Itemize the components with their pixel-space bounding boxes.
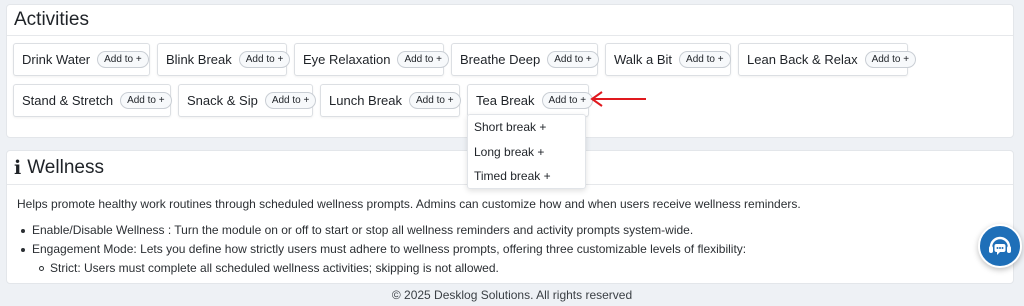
activity-chip-blink-break: Blink Break Add to + (157, 43, 291, 76)
bullet-icon (21, 229, 25, 233)
wellness-bullet: Engagement Mode: Lets you define how str… (32, 242, 747, 256)
activity-chip-stand-stretch: Stand & Stretch Add to + (13, 84, 172, 117)
add-to-button[interactable]: Add to + (541, 92, 594, 109)
add-to-button[interactable]: Add to + (547, 51, 599, 68)
wellness-intro: Helps promote healthy work routines thro… (17, 197, 801, 211)
footer-copyright: © 2025 Desklog Solutions. All rights res… (391, 288, 633, 302)
add-to-button[interactable]: Add to + (97, 51, 149, 68)
headset-chat-icon (989, 236, 1011, 255)
activity-chip-snack-sip: Snack & Sip Add to + (178, 84, 317, 117)
add-to-button[interactable]: Add to + (409, 92, 461, 109)
activity-label: Tea Break (476, 93, 535, 108)
wellness-sub-bullet: Strict: Users must complete all schedule… (50, 261, 499, 275)
add-to-button[interactable]: Add to + (397, 51, 449, 68)
activity-chip-breathe-deep: Breathe Deep Add to + (451, 43, 599, 76)
activity-row-1: Drink Water Add to + Blink Break Add to … (13, 43, 917, 76)
sub-bullet-icon (39, 266, 44, 271)
activity-label: Eye Relaxation (303, 52, 391, 67)
add-to-dropdown-menu: Short break + Long break + Timed break + (467, 114, 586, 189)
activity-label: Drink Water (22, 52, 91, 67)
activity-chip-walk-a-bit: Walk a Bit Add to + (605, 43, 731, 76)
activity-chip-eye-relaxation: Eye Relaxation Add to + (294, 43, 449, 76)
activity-chip-lean-back-relax: Lean Back & Relax Add to + (738, 43, 917, 76)
activity-chip-lunch-break: Lunch Break Add to + (320, 84, 461, 117)
chat-support-button[interactable] (978, 224, 1022, 268)
activity-label: Walk a Bit (614, 52, 673, 67)
activity-label: Stand & Stretch (22, 93, 114, 108)
activity-label: Lean Back & Relax (747, 52, 858, 67)
info-icon: i (14, 157, 22, 179)
bullet-icon (21, 248, 25, 252)
add-to-button[interactable]: Add to + (264, 92, 317, 109)
activity-chip-tea-break: Tea Break Add to + (467, 84, 594, 117)
add-to-button[interactable]: Add to + (679, 51, 731, 68)
annotation-arrow-icon (590, 91, 646, 107)
wellness-bullet: Enable/Disable Wellness : Turn the modul… (32, 223, 694, 237)
activity-label: Lunch Break (329, 93, 402, 108)
add-to-button[interactable]: Add to + (120, 92, 172, 109)
add-to-button[interactable]: Add to + (864, 51, 917, 68)
wellness-title: Wellness (27, 157, 104, 178)
activity-label: Breathe Deep (460, 52, 541, 67)
activity-label: Blink Break (166, 52, 232, 67)
activity-label: Snack & Sip (187, 93, 258, 108)
activity-row-2: Stand & Stretch Add to + Snack & Sip Add… (13, 84, 596, 117)
dropdown-item-long-break[interactable]: Long break + (474, 145, 544, 159)
dropdown-item-timed-break[interactable]: Timed break + (474, 169, 551, 183)
wellness-heading: i Wellness (14, 157, 104, 179)
divider (7, 35, 1013, 36)
activity-chip-drink-water: Drink Water Add to + (13, 43, 150, 76)
add-to-button[interactable]: Add to + (238, 51, 291, 68)
activities-title: Activities (14, 9, 89, 30)
dropdown-item-short-break[interactable]: Short break + (474, 120, 546, 134)
